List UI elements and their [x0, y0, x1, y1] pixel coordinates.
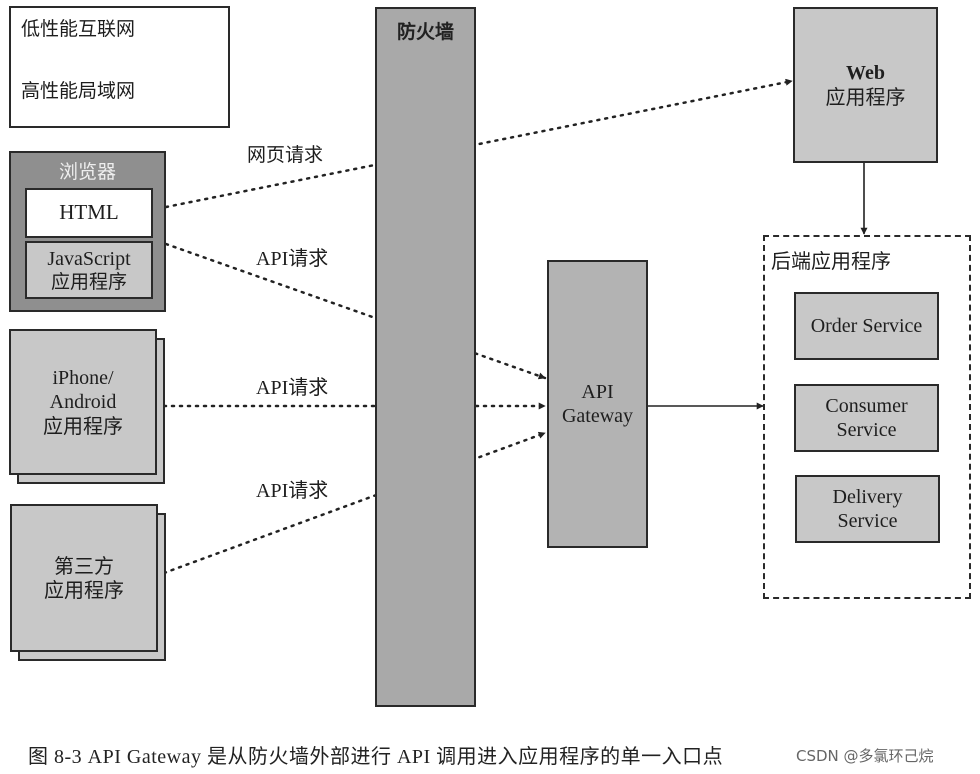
mobile-app-box: iPhone/ Android 应用程序 [9, 329, 157, 475]
web-request-label: 网页请求 [247, 144, 324, 166]
web-app-box: Web 应用程序 [793, 7, 938, 163]
web-app-line1: Web [846, 62, 885, 84]
figure-caption: 图 8-3 API Gateway 是从防火墙外部进行 API 调用进入应用程序… [28, 740, 723, 769]
third-party-app-box: 第三方 应用程序 [10, 504, 158, 652]
firewall: 防火墙 [375, 7, 476, 707]
backend-app-title: 后端应用程序 [771, 249, 891, 273]
consumer-service-line1: Consumer [825, 395, 908, 417]
watermark: CSDN @多氯环己烷 [796, 745, 934, 766]
delivery-service-line2: Service [837, 510, 898, 532]
consumer-service-box: Consumer Service [794, 384, 939, 452]
javascript-app-line2: 应用程序 [50, 270, 127, 293]
order-service-box: Order Service [794, 292, 939, 360]
legend-box: 低性能互联网 高性能局域网 [9, 6, 230, 128]
browser-box: 浏览器 HTML JavaScript 应用程序 [9, 151, 166, 312]
web-app-line2: 应用程序 [825, 85, 906, 109]
api-request-line-third-party [162, 431, 547, 575]
api-request-label-1: API请求 [256, 248, 329, 270]
api-request-line-browser [164, 242, 547, 380]
third-party-app-line2: 应用程序 [44, 578, 124, 602]
third-party-app-line1: 第三方 [54, 554, 114, 578]
legend-low-perf-label: 低性能互联网 [21, 18, 136, 40]
firewall-label: 防火墙 [396, 21, 454, 43]
mobile-app-line1: iPhone/ [52, 367, 114, 389]
figure-caption-text: 图 8-3 API Gateway 是从防火墙外部进行 API 调用进入应用程序… [28, 746, 724, 768]
mobile-app-line2: Android [49, 391, 117, 413]
html-label: HTML [59, 200, 119, 225]
legend-high-perf-label: 高性能局域网 [21, 80, 136, 102]
delivery-service-line1: Delivery [832, 486, 903, 508]
consumer-service-line2: Service [836, 419, 897, 441]
javascript-app-box: JavaScript 应用程序 [25, 241, 153, 299]
api-gateway-line1: API [581, 381, 614, 403]
browser-title: 浏览器 [58, 161, 116, 183]
api-gateway-box: API Gateway [547, 260, 648, 548]
api-gateway-line2: Gateway [561, 405, 634, 427]
api-request-label-2: API请求 [256, 377, 329, 399]
delivery-service-box: Delivery Service [795, 475, 940, 543]
javascript-app-line1: JavaScript [47, 247, 131, 270]
mobile-app-line3: 应用程序 [43, 414, 123, 438]
api-request-label-3: API请求 [256, 480, 329, 502]
order-service-line1: Order Service [810, 315, 923, 337]
html-box: HTML [25, 188, 153, 238]
